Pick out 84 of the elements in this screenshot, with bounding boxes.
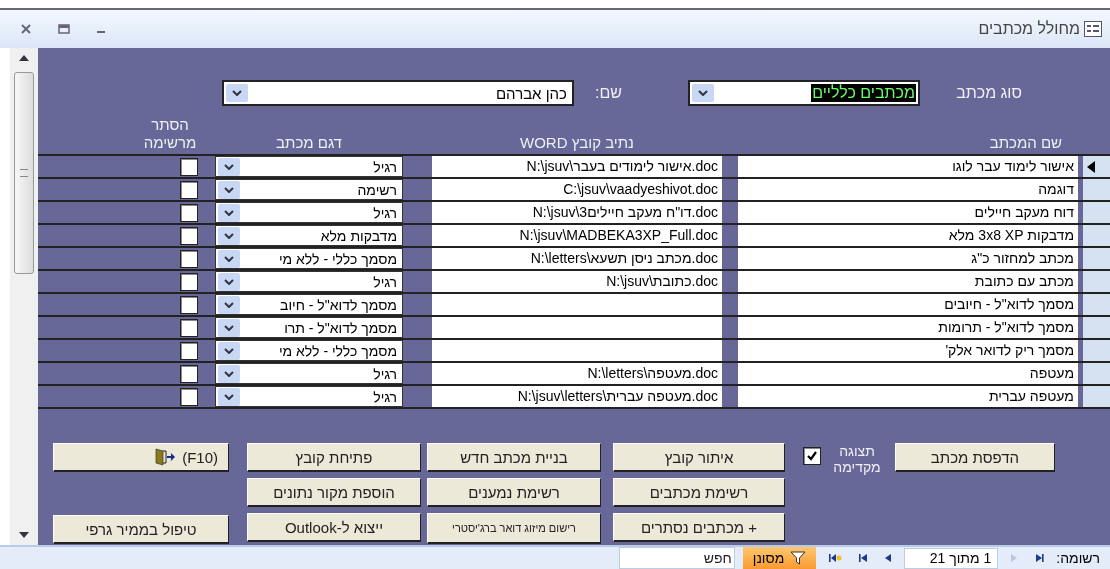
form-icon	[1084, 21, 1102, 37]
type-combo[interactable]: מסמך כללי - ללא מי	[215, 248, 403, 269]
vertical-scrollbar[interactable]	[10, 48, 38, 545]
hide-checkbox[interactable]	[180, 203, 198, 222]
scroll-thumb[interactable]	[14, 72, 34, 274]
preview-label: תצוגה מקדימה	[832, 443, 882, 475]
action-button[interactable]: + מכתבים נסתרים	[613, 513, 785, 542]
action-button[interactable]: טיפול בממיר גרפי	[53, 515, 229, 544]
scroll-up-icon[interactable]	[18, 54, 30, 62]
type-combo[interactable]: מדבקות מלא	[215, 225, 403, 246]
action-button[interactable]: בניית מכתב חדש	[427, 443, 601, 472]
table-cell: מסמך לדוא"ל - תרומות	[738, 317, 1078, 338]
window-title: מחולל מכתבים	[978, 20, 1080, 38]
table-cell: C:\jsuv\vaadyeshivot.doc	[432, 179, 722, 200]
letter-type-label: סוג מכתב	[955, 84, 1022, 102]
table-cell: N:\letters\מכתב ניסן תשעא.doc	[432, 248, 722, 269]
hide-checkbox[interactable]	[180, 272, 198, 291]
action-button[interactable]: איתור קובץ	[613, 443, 785, 472]
first-record-icon[interactable]	[1034, 553, 1045, 563]
record-selector[interactable]	[1083, 156, 1110, 177]
filter-icon	[790, 551, 807, 565]
type-combo[interactable]: רגיל	[215, 202, 403, 223]
action-button[interactable]: רשימת נמענים	[427, 478, 601, 507]
hide-checkbox[interactable]	[180, 157, 198, 176]
new-record-icon[interactable]	[828, 553, 843, 563]
exit-button[interactable]: (F10)	[53, 443, 229, 472]
hide-checkbox[interactable]	[180, 249, 198, 268]
table-cell: מדבקות 3x8 XP מלא	[738, 225, 1078, 246]
type-combo[interactable]: רשימה	[215, 179, 403, 200]
type-combo[interactable]: רגיל	[215, 271, 403, 292]
name-combo[interactable]: כהן אברהם	[222, 80, 574, 106]
action-button[interactable]: הדפסת מכתב	[895, 443, 1055, 472]
type-combo[interactable]: רגיל	[215, 156, 403, 177]
table-cell: N:\jsuv\MADBEKA3XP_Full.doc	[432, 225, 722, 246]
merge-register-button[interactable]: רישום מיזוג דואר ברג'יסטרי	[427, 513, 601, 544]
type-combo[interactable]: מסמך כללי - ללא מי	[215, 340, 403, 361]
action-button[interactable]: פתיחת קובץ	[247, 443, 421, 472]
table-cell: דוגמה	[738, 179, 1078, 200]
hide-checkbox[interactable]	[180, 318, 198, 337]
hide-checkbox[interactable]	[180, 364, 198, 383]
table-cell: אישור לימוד עבר לוגו	[738, 156, 1078, 177]
table-cell: מסמך ריק לדואר אלק'	[738, 340, 1078, 361]
table-cell: מסמך לדוא"ל - חיובים	[738, 294, 1078, 315]
table-cell: N:\jsuv\אישור לימודים בעבר.doc	[432, 156, 722, 177]
close-icon[interactable]	[20, 23, 32, 35]
type-combo[interactable]: רגיל	[215, 363, 403, 384]
record-position-field[interactable]: 1 מתוך 21	[904, 547, 999, 569]
record-label: רשומה:	[1056, 550, 1100, 566]
scroll-down-icon[interactable]	[18, 531, 30, 539]
table-cell: N:\jsuv\כתובת.doc	[432, 271, 722, 292]
hide-checkbox[interactable]	[180, 180, 198, 199]
current-record-icon	[1087, 160, 1096, 173]
table-cell: מעטפה	[738, 363, 1078, 384]
checkmark-icon	[806, 450, 818, 462]
letter-type-combo[interactable]: מכתבים כלליים	[688, 80, 920, 106]
filter-button[interactable]: מסונן	[742, 547, 817, 569]
hide-checkbox[interactable]	[180, 295, 198, 314]
column-header: הסתר מרשימה	[142, 116, 198, 153]
table-cell: מכתב למחזור כ"ג	[738, 248, 1078, 269]
column-header: נתיב קובץ WORD	[519, 134, 635, 153]
search-field[interactable]: חפש	[618, 547, 735, 569]
type-combo[interactable]: מסמך לדוא"ל - חיוב	[215, 294, 403, 315]
table-cell: N:\jsuv\letters\מעטפה עברית.doc	[432, 386, 722, 407]
last-record-icon[interactable]	[858, 553, 869, 563]
next-record-icon[interactable]	[884, 553, 893, 563]
table-cell: דוח מעקב חיילים	[738, 202, 1078, 223]
column-header: דגם מכתב	[275, 134, 343, 153]
hide-checkbox[interactable]	[180, 226, 198, 245]
table-cell: מעטפה עברית	[738, 386, 1078, 407]
action-button[interactable]: הוספת מקור נתונים	[247, 478, 421, 507]
hide-checkbox[interactable]	[180, 387, 198, 406]
action-button[interactable]: ייצוא ל-Outlook	[247, 513, 421, 542]
column-header: שם המכתב	[988, 134, 1063, 153]
table-cell: מכתב עם כתובת	[738, 271, 1078, 292]
action-button[interactable]: רשימת מכתבים	[613, 478, 785, 507]
restore-icon[interactable]	[58, 24, 70, 34]
table-cell: N:\letters\מעטפה.doc	[432, 363, 722, 384]
exit-door-icon	[154, 448, 176, 466]
table-cell: N:\jsuv\3דו"ח מעקב חיילים.doc	[432, 202, 722, 223]
name-label: שם:	[594, 84, 622, 102]
preview-checkbox[interactable]	[803, 447, 821, 465]
type-combo[interactable]: רגיל	[215, 386, 403, 407]
type-combo[interactable]: מסמך לדוא"ל - תרו	[215, 317, 403, 338]
hide-checkbox[interactable]	[180, 341, 198, 360]
